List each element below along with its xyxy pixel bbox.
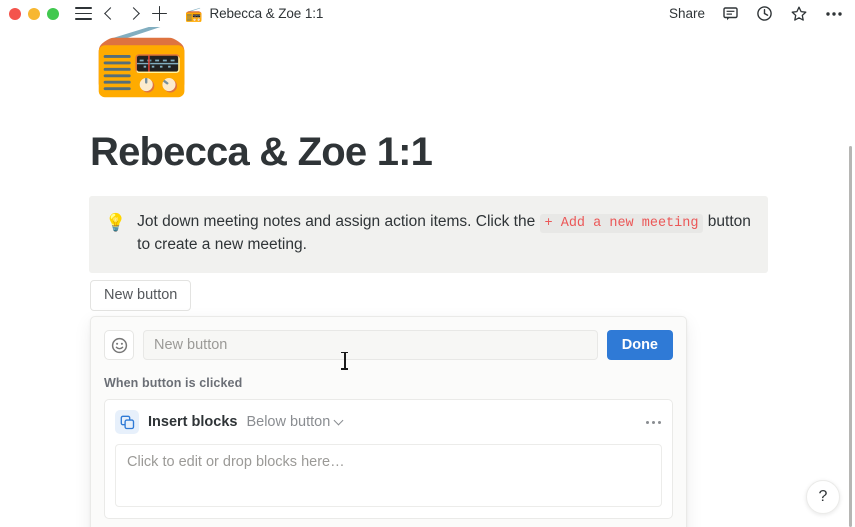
callout-text-before: Jot down meeting notes and assign action… [137,213,540,230]
action-step-header: Insert blocks Below button [115,410,662,434]
star-icon [791,6,807,21]
chevron-left-icon [104,7,117,20]
duplicate-icon [120,415,134,429]
emoji-picker-button[interactable] [104,330,134,360]
clock-icon [757,6,772,21]
close-window-button[interactable] [9,7,21,20]
button-config-panel: Done When button is clicked Insert block… [90,316,687,527]
page-scrollbar[interactable] [845,27,854,527]
page-history-button[interactable] [756,5,773,22]
more-options-button[interactable] [825,11,843,17]
titlebar-actions: Share [669,5,843,23]
callout-inline-code: + Add a new meeting [539,214,704,233]
plus-icon [152,6,167,21]
comments-button[interactable] [722,5,739,22]
back-button[interactable] [104,7,117,20]
forward-button[interactable] [127,7,140,20]
share-button[interactable]: Share [669,6,705,21]
help-button[interactable]: ? [806,480,840,514]
page-icon[interactable]: 📻 [93,27,190,93]
action-step-position-dropdown[interactable]: Below button [246,414,344,430]
chevron-down-icon [333,415,344,425]
minimize-window-button[interactable] [28,7,40,20]
new-page-button[interactable] [152,6,167,21]
page-title[interactable]: Rebecca & Zoe 1:1 [90,130,433,174]
action-step-position-label: Below button [246,414,331,430]
blocks-dropzone[interactable]: Click to edit or drop blocks here… [115,444,662,507]
callout-block[interactable]: 💡 Jot down meeting notes and assign acti… [89,196,768,273]
action-step-card[interactable]: Insert blocks Below button Click to edit… [104,399,673,519]
button-name-row: Done [104,330,673,360]
titlebar-nav-group [75,6,167,21]
breadcrumb-title: Rebecca & Zoe 1:1 [209,6,324,21]
favorite-button[interactable] [790,5,808,23]
window-titlebar: 📻 Rebecca & Zoe 1:1 Share [0,0,855,27]
ellipsis-icon [646,420,661,424]
comment-icon [723,7,738,21]
breadcrumb-page-icon: 📻 [185,5,203,22]
insert-blocks-icon [115,410,139,434]
window-controls [9,7,59,20]
button-block-chip[interactable]: New button [90,280,192,311]
sidebar-toggle-button[interactable] [75,7,92,20]
breadcrumb[interactable]: 📻 Rebecca & Zoe 1:1 [185,6,323,21]
button-name-input[interactable] [143,330,598,360]
action-step-more-button[interactable] [645,420,662,425]
lightbulb-icon: 💡 [105,213,127,232]
chevron-right-icon [127,7,140,20]
hamburger-icon [75,7,92,20]
action-step-title: Insert blocks [148,414,238,430]
maximize-window-button[interactable] [47,7,59,20]
page-scrollbar-thumb[interactable] [849,146,852,527]
smiley-icon [111,337,127,353]
page-content-area: 📻 Rebecca & Zoe 1:1 💡 Jot down meeting n… [0,27,855,527]
ellipsis-icon [826,11,842,16]
add-another-step-button[interactable]: Add another step [104,519,673,527]
done-button[interactable]: Done [606,330,673,360]
trigger-section-label: When button is clicked [104,376,243,390]
callout-text: Jot down meeting notes and assign action… [137,211,752,257]
